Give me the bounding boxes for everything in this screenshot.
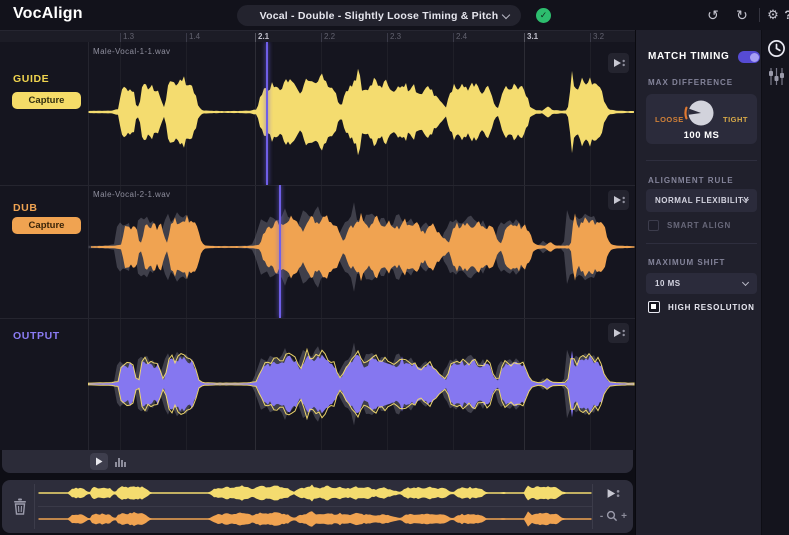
high-resolution-checkbox[interactable] [648, 301, 660, 313]
zoom-control[interactable]: - + [600, 510, 627, 522]
sliders-icon [768, 67, 785, 86]
status-check-icon: ✓ [536, 8, 551, 23]
guide-file-name: Male-Vocal-1-1.wav [93, 47, 170, 56]
output-wave-svg [88, 318, 635, 450]
chevron-down-icon [742, 279, 749, 286]
dub-wave-shape [91, 213, 635, 281]
overview-cursor-button[interactable] [605, 487, 621, 505]
overview-lane-divider [38, 506, 592, 507]
flag-cursor-icon [612, 57, 626, 69]
guide-wave-svg [88, 42, 635, 185]
preset-label: Vocal - Double - Slightly Loose Timing &… [260, 10, 499, 22]
tracks-container: GUIDE Capture Male-Vocal-1-1.wav DUB [0, 42, 635, 450]
toolbar-divider [759, 8, 760, 22]
side-icon-rail [762, 30, 789, 535]
smart-align-checkbox[interactable] [648, 220, 659, 231]
dub-track-options-button[interactable] [608, 190, 629, 210]
high-resolution-label: HIGH RESOLUTION [668, 303, 755, 312]
vocalign-window: VocAlign Vocal - Double - Slightly Loose… [0, 0, 789, 535]
tight-label: TIGHT [723, 115, 748, 124]
overview-dub-shape [39, 511, 592, 526]
pitch-tab-button[interactable] [766, 66, 786, 86]
guide-track-label: GUIDE [13, 73, 49, 85]
smart-align-option[interactable]: SMART ALIGN [648, 220, 731, 231]
settings-panel: MATCH TIMING MAX DIFFERENCE LOOSE TIGHT … [635, 30, 761, 535]
dub-capture-button[interactable]: Capture [12, 217, 81, 234]
output-waveform[interactable] [88, 318, 635, 450]
guide-waveform[interactable]: Male-Vocal-1-1.wav [88, 42, 635, 185]
flag-cursor-icon [605, 487, 621, 500]
play-button[interactable] [90, 453, 108, 470]
max-difference-label: MAX DIFFERENCE [648, 78, 733, 87]
smart-align-label: SMART ALIGN [667, 221, 731, 230]
alignment-rule-label: ALIGNMENT RULE [648, 176, 734, 185]
max-difference-value: 100 MS [646, 130, 757, 141]
timeline-ruler[interactable]: 1.31.42.12.22.32.43.13.2 [0, 30, 635, 42]
preset-selector[interactable]: Vocal - Double - Slightly Loose Timing &… [237, 5, 521, 26]
max-difference-control: LOOSE TIGHT 100 MS [646, 94, 757, 144]
toggle-knob [750, 53, 759, 62]
waveform-view-icon[interactable] [114, 456, 127, 467]
magnifier-icon [606, 510, 618, 522]
panel-divider [646, 243, 757, 244]
dub-file-name: Male-Vocal-2-1.wav [93, 190, 170, 199]
zoom-in-icon[interactable]: + [621, 511, 627, 522]
timing-tab-button[interactable] [766, 38, 786, 58]
alignment-rule-value: NORMAL FLEXIBILITY [655, 196, 749, 205]
transport-bar [2, 450, 633, 473]
guide-track-options-button[interactable] [608, 53, 629, 73]
track-editor: 1.31.42.12.22.32.43.13.2 GUIDE Capture M… [0, 30, 635, 535]
flag-cursor-icon [612, 327, 626, 339]
guide-capture-button[interactable]: Capture [12, 92, 81, 109]
play-icon [95, 457, 103, 466]
maximum-shift-value: 10 MS [655, 279, 681, 288]
loose-label: LOOSE [655, 115, 684, 124]
maximum-shift-select[interactable]: 10 MS [646, 273, 757, 294]
panel-divider [646, 160, 757, 161]
undo-button[interactable]: ↺ [704, 5, 722, 25]
dub-playhead[interactable] [279, 185, 281, 318]
dub-waveform[interactable]: Male-Vocal-2-1.wav [88, 185, 635, 318]
overview-guide-shape [39, 485, 592, 502]
output-track-options-button[interactable] [608, 323, 629, 343]
match-timing-toggle[interactable] [738, 51, 760, 63]
maximum-shift-label: MAXIMUM SHIFT [648, 258, 725, 267]
trash-icon[interactable] [13, 498, 27, 515]
clock-icon [767, 39, 786, 58]
high-resolution-option[interactable]: HIGH RESOLUTION [648, 301, 755, 313]
max-difference-knob[interactable] [684, 96, 718, 130]
guide-wave-shape [89, 69, 635, 156]
app-logo: VocAlign [13, 5, 83, 23]
dub-track-label: DUB [13, 202, 38, 214]
flag-cursor-icon [612, 194, 626, 206]
overview-divider [592, 484, 593, 529]
chevron-down-icon [502, 11, 510, 19]
overview-divider [34, 484, 35, 529]
output-track-label: OUTPUT [13, 330, 60, 342]
top-bar: VocAlign Vocal - Double - Slightly Loose… [0, 0, 789, 30]
output-wave-shape [89, 351, 635, 417]
help-button[interactable]: ? [779, 5, 789, 25]
guide-playhead[interactable] [266, 42, 268, 185]
match-timing-label: MATCH TIMING [648, 51, 730, 62]
dub-wave-svg [88, 185, 635, 318]
alignment-rule-select[interactable]: NORMAL FLEXIBILITY [646, 189, 757, 212]
redo-button[interactable]: ↻ [733, 5, 751, 25]
zoom-out-icon[interactable]: - [600, 511, 603, 522]
overview-panel: - + [2, 480, 633, 533]
